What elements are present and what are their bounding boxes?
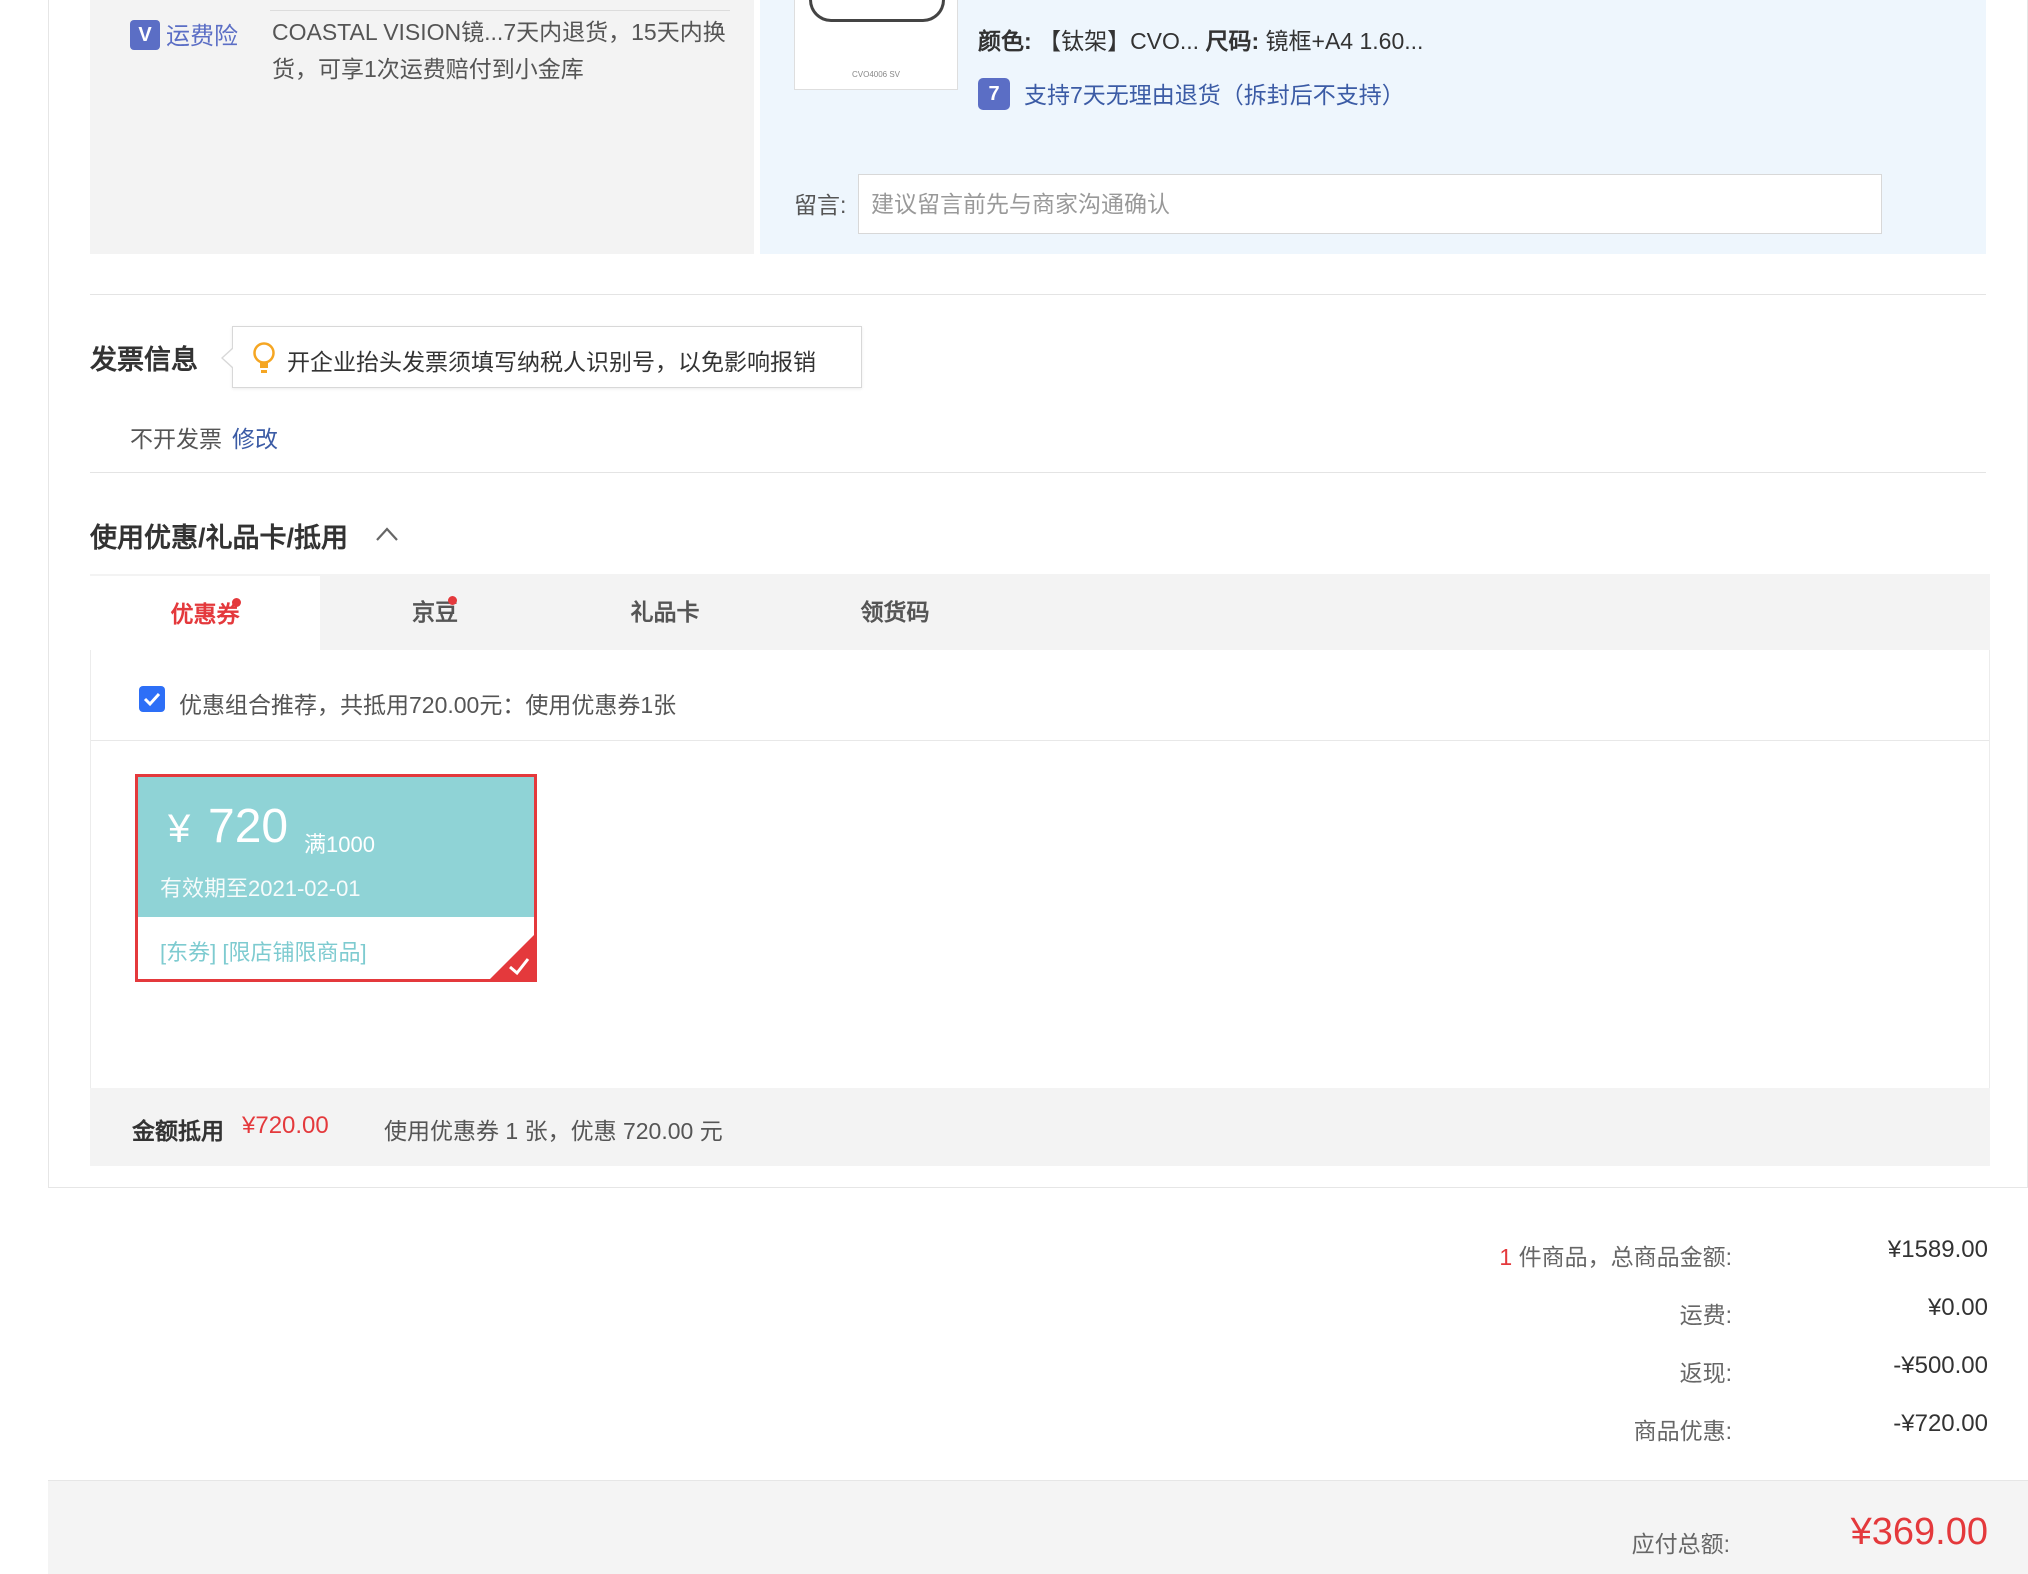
lightbulb-icon [253,342,275,373]
discount-summary: 金额抵用 ¥720.00 使用优惠券 1 张，优惠 720.00 元 [90,1088,1990,1166]
tab-jingdou[interactable]: 京豆 [320,574,550,650]
invoice-status: 不开发票 [130,426,222,452]
promo-value: -¥720.00 [1893,1410,1988,1437]
product-attributes: 颜色: 【钛架】CVO... 尺码: 镜框+A4 1.60... [978,22,1423,56]
coupon-amount: 720 [208,800,289,853]
promo-label: 商品优惠: [1633,1418,1732,1444]
coupon-tags: [东券] [限店铺限商品] [160,940,367,965]
summary-label: 金额抵用 [132,1118,224,1144]
tab-coupon[interactable]: 优惠券 [90,574,320,650]
invoice-tip: 开企业抬头发票须填写纳税人识别号，以免影响报销 [221,326,862,388]
invoice-tip-text: 开企业抬头发票须填写纳税人识别号，以免影响报销 [287,349,816,375]
goods-total-label: 1 件商品，总商品金额: [1499,1238,1732,1272]
payable-label: 应付总额: [1631,1531,1730,1557]
divider [90,294,1986,295]
chevron-up-icon[interactable] [374,524,400,544]
tab-label: 礼品卡 [630,599,700,625]
thumbnail-code: CVO4006 SV [851,70,901,79]
order-page: V 运费险 COASTAL VISION镜...7天内退货，15天内换货，可享1… [0,0,2028,1574]
combo-text: 优惠组合推荐，共抵用720.00元：使用优惠券1张 [179,692,677,718]
color-value: 【钛架】CVO... [1038,28,1200,54]
invoice-edit-link[interactable]: 修改 [232,420,278,454]
tab-label: 领货码 [860,599,930,625]
glasses-icon [809,0,945,22]
new-dot [448,596,457,605]
coupon-panel: 优惠组合推荐，共抵用720.00元：使用优惠券1张 ¥ 720 满1000 有效… [90,650,1990,1088]
coupon-condition: 满1000 [304,832,375,857]
message-input[interactable] [858,174,1882,234]
invoice-title: 发票信息 [90,345,198,375]
insurance-label[interactable]: 运费险 [166,16,238,51]
payable-bar: 应付总额: ¥369.00 [48,1480,2028,1574]
summary-desc: 使用优惠券 1 张，优惠 720.00 元 [384,1118,723,1144]
color-label: 颜色: [978,28,1032,54]
item-count: 1 [1499,1244,1513,1270]
divider [90,472,1986,473]
product-thumbnail[interactable]: CVO4006 SV [794,0,958,90]
goods-label-text: 件商品，总商品金额: [1518,1244,1732,1270]
goods-total-value: ¥1589.00 [1887,1236,1988,1263]
size-value: 镜框+A4 1.60... [1265,28,1424,54]
summary-amount: ¥720.00 [242,1112,329,1139]
divider [270,10,730,11]
message-label: 留言: [794,192,847,218]
return-policy-link[interactable]: 支持7天无理由退货（拆封后不支持） [1024,76,1405,110]
check-icon [143,692,161,707]
cashback-value: -¥500.00 [1893,1352,1988,1379]
discount-title[interactable]: 使用优惠/礼品卡/抵用 [90,516,348,555]
coupon-currency: ¥ [168,807,191,851]
combo-checkbox[interactable] [139,686,165,712]
selected-check-icon [490,935,534,979]
coupon-validity: 有效期至2021-02-01 [160,876,361,901]
coupon-header: ¥ 720 满1000 有效期至2021-02-01 [138,777,534,917]
return-7day-icon: 7 [978,78,1010,110]
shipping-label: 运费: [1679,1302,1732,1328]
payable-value: ¥369.00 [1850,1511,1988,1553]
shield-icon: V [130,20,160,50]
tab-label: 优惠券 [170,601,240,627]
discount-tabs: 优惠券 京豆 礼品卡 领货码 [90,574,1990,650]
coupon-card[interactable]: ¥ 720 满1000 有效期至2021-02-01 [东券] [限店铺限商品] [135,774,537,982]
cashback-label: 返现: [1679,1360,1732,1386]
new-dot [232,598,241,607]
tab-gift-card[interactable]: 礼品卡 [550,574,780,650]
tab-pickup-code[interactable]: 领货码 [780,574,1010,650]
divider [91,740,1989,741]
insurance-text: COASTAL VISION镜...7天内退货，15天内换货，可享1次运费赔付到… [272,19,726,82]
size-label: 尺码: [1205,28,1260,54]
shipping-value: ¥0.00 [1927,1294,1988,1321]
